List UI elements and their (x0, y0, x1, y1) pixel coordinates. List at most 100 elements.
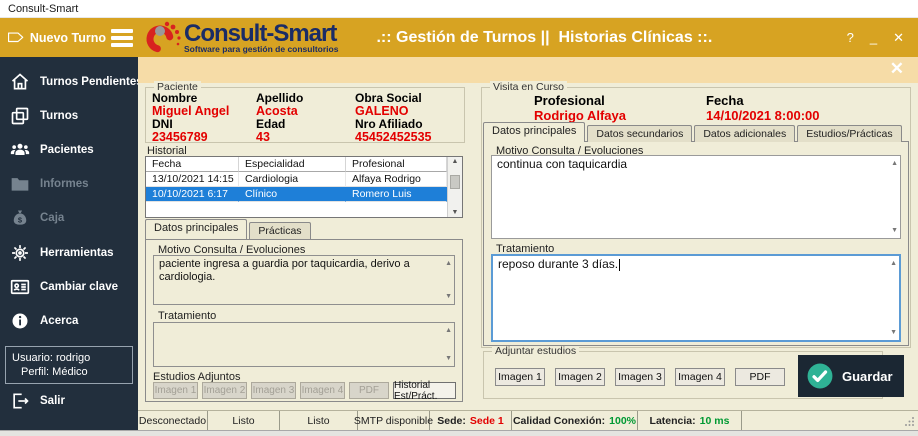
appointments-icon (10, 106, 30, 126)
form-close-icon[interactable]: ✕ (890, 59, 904, 79)
form-header-strip: ✕ (138, 57, 918, 83)
table-row-cell[interactable]: Cardiologia (239, 172, 346, 187)
sidebar-item-label: Cambiar clave (40, 281, 118, 293)
close-button[interactable]: ✕ (893, 30, 904, 46)
scroll-down-icon[interactable]: ▼ (890, 326, 897, 339)
sidebar-item-label: Informes (40, 178, 89, 190)
tratamiento-textarea-visita[interactable]: reposo durante 3 días. ▲ ▼ (491, 254, 901, 342)
window-title: Consult-Smart (8, 3, 78, 15)
sidebar-item-herramientas[interactable]: Herramientas (0, 236, 138, 270)
tratamiento-text: reposo durante 3 días. (498, 257, 618, 271)
status-listo-1: Listo (208, 411, 280, 430)
pdf-button[interactable]: PDF (735, 368, 785, 386)
visita-group-label: Visita en Curso (490, 81, 567, 93)
imagen1-button[interactable]: Imagen 1 (495, 368, 545, 386)
phone-logo-icon (144, 20, 184, 56)
profesional-label: Profesional (534, 93, 706, 108)
table-row-cell[interactable]: Alfaya Rodrigo (346, 172, 447, 187)
window-bottom-edge (0, 430, 918, 436)
visita-tabs: Datos principales Datos secundarios Dato… (483, 122, 904, 142)
status-filler (742, 411, 918, 430)
motivo-text: continua con taquicardia (497, 157, 627, 171)
guardar-button[interactable]: Guardar (798, 355, 904, 397)
app-header: Nuevo Turno Consult-Smart Software para … (0, 18, 918, 57)
table-row-cell-selected[interactable]: Clínico (239, 187, 346, 202)
sidebar-item-cambiar-clave[interactable]: Cambiar clave (0, 270, 138, 304)
id-card-icon (10, 277, 30, 297)
sidebar: Turnos Pendientes Turnos Pacientes Infor… (0, 57, 138, 430)
status-text: Listo (307, 415, 329, 427)
visita-groupbox: Visita en Curso Profesional Rodrigo Alfa… (481, 87, 911, 348)
tab-datos-principales[interactable]: Datos principales (145, 219, 247, 239)
left-tabs: Datos principales Prácticas (145, 219, 313, 239)
imagen2-button-disabled: Imagen 2 (202, 382, 247, 399)
minimize-button[interactable]: _ (870, 30, 877, 46)
column-header[interactable]: Fecha (146, 157, 239, 172)
status-label: Calidad Conexión: (513, 415, 605, 427)
scroll-down-icon[interactable]: ▼ (448, 209, 462, 216)
imagen1-button-disabled: Imagen 1 (153, 382, 198, 399)
field-value: 43 (256, 131, 355, 144)
fecha-label: Fecha (706, 93, 819, 108)
scroll-up-icon[interactable]: ▲ (891, 157, 898, 170)
pdf-button-disabled: PDF (349, 382, 389, 399)
sidebar-item-label: Herramientas (40, 247, 114, 259)
column-header[interactable]: Especialidad (239, 157, 346, 172)
motivo-textarea-historial[interactable]: paciente ingresa a guardia por taquicard… (153, 255, 455, 305)
nuevo-turno-button[interactable]: Nuevo Turno (0, 18, 138, 57)
text-cursor (619, 259, 620, 271)
sidebar-item-pacientes[interactable]: Pacientes (0, 133, 138, 167)
status-label: Sede: (437, 415, 466, 427)
patients-icon (10, 140, 30, 160)
tab-estudios-practicas[interactable]: Estudios/Prácticas (797, 125, 901, 142)
imagen3-button[interactable]: Imagen 3 (615, 368, 665, 386)
sidebar-item-turnos[interactable]: Turnos (0, 99, 138, 133)
tab-practicas[interactable]: Prácticas (249, 222, 310, 239)
table-row-cell[interactable]: 13/10/2021 14:15 (146, 172, 239, 187)
tab-datos-secundarios[interactable]: Datos secundarios (587, 125, 692, 142)
scroll-down-icon[interactable]: ▼ (891, 224, 898, 237)
table-scrollbar[interactable]: ▲ ▼ (447, 157, 462, 217)
sidebar-item-label: Caja (40, 212, 64, 224)
scroll-up-icon[interactable]: ▲ (445, 324, 452, 337)
status-sede: Sede: Sede 1 (430, 411, 512, 430)
guardar-label: Guardar (842, 369, 893, 384)
imagen4-button-disabled: Imagen 4 (300, 382, 345, 399)
money-bag-icon: $ (10, 208, 30, 228)
tab-datos-adicionales[interactable]: Datos adicionales (694, 125, 795, 142)
page-title: .:: Gestión de Turnos || Historias Clíni… (376, 29, 712, 47)
status-value: Sede 1 (470, 415, 504, 427)
estudios-buttons: Imagen 1 Imagen 2 Imagen 3 Imagen 4 PDF … (153, 382, 456, 399)
imagen2-button[interactable]: Imagen 2 (555, 368, 605, 386)
tratamiento-textarea-historial[interactable]: ▲ ▼ (153, 322, 455, 367)
profesional-value: Rodrigo Alfaya (534, 108, 706, 123)
sidebar-item-label: Pacientes (40, 144, 94, 156)
hamburger-menu-icon[interactable] (111, 29, 133, 47)
fecha-value: 14/10/2021 8:00:00 (706, 108, 819, 123)
imagen4-button[interactable]: Imagen 4 (675, 368, 725, 386)
resize-grip-icon[interactable] (905, 416, 915, 426)
table-row-cell-selected[interactable]: 10/10/2021 6:17 (146, 187, 239, 202)
table-row-cell-selected[interactable]: Romero Luis (346, 187, 447, 202)
sidebar-item-salir[interactable]: Salir (0, 384, 138, 418)
historial-est-pract-button[interactable]: Historial Est/Práct. (393, 382, 456, 399)
scroll-down-icon[interactable]: ▼ (445, 352, 452, 365)
exit-icon (10, 391, 30, 411)
tag-icon (7, 31, 25, 44)
status-smtp: SMTP disponible (358, 411, 430, 430)
scroll-up-icon[interactable]: ▲ (445, 257, 452, 270)
scroll-up-icon[interactable]: ▲ (890, 257, 897, 270)
sidebar-item-turnos-pendientes[interactable]: Turnos Pendientes (0, 65, 138, 99)
help-button[interactable]: ? (847, 30, 854, 46)
scroll-down-icon[interactable]: ▼ (445, 290, 452, 303)
home-icon (10, 72, 30, 92)
motivo-textarea-visita[interactable]: continua con taquicardia ▲ ▼ (491, 155, 901, 239)
tab-datos-principales[interactable]: Datos principales (483, 122, 585, 142)
scroll-up-icon[interactable]: ▲ (448, 158, 462, 165)
column-header[interactable]: Profesional (346, 157, 447, 172)
sidebar-item-acerca[interactable]: Acerca (0, 304, 138, 338)
status-value: 100% (609, 415, 636, 427)
tratamiento-label: Tratamiento (158, 310, 216, 322)
scroll-thumb[interactable] (450, 175, 460, 189)
user-usuario: Usuario: rodrigo (12, 351, 126, 365)
